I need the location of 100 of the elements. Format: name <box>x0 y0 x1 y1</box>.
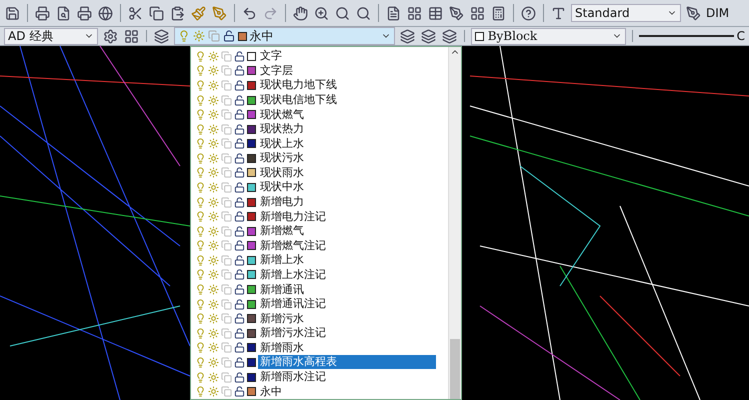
zoom-icon[interactable] <box>313 4 330 22</box>
settings-icon[interactable] <box>102 28 119 44</box>
plot-icon[interactable] <box>76 4 93 22</box>
viewport-icon <box>221 386 232 398</box>
save-icon[interactable] <box>4 4 21 22</box>
layer-list-item[interactable]: 现状电力地下线 <box>191 78 448 93</box>
sun-icon <box>208 240 219 252</box>
viewport-icon <box>221 240 232 252</box>
lightbulb-icon <box>195 152 206 164</box>
unlock-icon <box>234 226 245 237</box>
layer-list-item[interactable]: 新增上水注记 <box>191 268 448 282</box>
workspace-dropdown[interactable]: AD 经典 <box>4 28 98 44</box>
layer-list-item[interactable]: 新增电力 <box>191 194 448 210</box>
unlock-icon <box>234 313 245 324</box>
layer-list-item[interactable]: 文字层 <box>191 64 448 78</box>
unlock-icon <box>234 80 245 91</box>
unlock-icon <box>234 182 245 193</box>
lightbulb-icon <box>195 94 206 106</box>
print-icon[interactable] <box>34 4 51 22</box>
layer-list-item[interactable]: 新增雨水 <box>191 340 448 356</box>
unlock-icon <box>234 284 245 296</box>
layer-list-item[interactable]: 文字 <box>191 49 448 64</box>
sun-icon <box>208 269 219 280</box>
unlock-icon <box>234 65 245 76</box>
lightbulb-icon <box>195 65 206 76</box>
sun-icon <box>208 182 219 193</box>
layer-list-item[interactable]: 永中 <box>191 384 448 399</box>
sun-icon <box>208 50 219 62</box>
layer-list-item[interactable]: 新增通讯 <box>191 282 448 297</box>
help-icon[interactable] <box>520 4 537 22</box>
layer-list-item[interactable]: 现状雨水 <box>191 166 448 180</box>
scrollbar-thumb[interactable] <box>450 339 460 399</box>
text-style-dropdown[interactable]: Standard <box>571 4 681 22</box>
make-current-icon[interactable] <box>398 28 416 44</box>
zoom-previous-icon[interactable] <box>355 4 372 22</box>
viewport-icon <box>221 284 232 296</box>
color-dropdown[interactable]: ByBlock <box>470 28 626 44</box>
lightbulb-icon <box>195 298 206 310</box>
lightbulb-icon <box>195 124 206 135</box>
lightbulb-icon <box>195 254 206 266</box>
viewport-icon <box>221 109 232 120</box>
layer-list-item[interactable]: 现状电信地下线 <box>191 92 448 108</box>
unlock-icon <box>234 94 245 106</box>
calculator-icon[interactable] <box>490 4 507 22</box>
lightbulb-icon <box>195 372 206 382</box>
layer-list-item[interactable]: 现状热力 <box>191 122 448 136</box>
sun-icon <box>208 94 219 106</box>
scrollbar[interactable] <box>448 47 461 399</box>
viewport-icon <box>221 328 232 339</box>
viewport-icon <box>208 30 220 42</box>
layer-list-item[interactable]: 新增雨水注记 <box>191 370 448 384</box>
layer-list-item[interactable]: 新增燃气注记 <box>191 238 448 254</box>
unlock-icon <box>234 109 245 120</box>
lightbulb-icon <box>195 196 206 208</box>
sun-icon <box>208 284 219 296</box>
cut-icon[interactable] <box>127 4 144 22</box>
unlock-icon <box>234 211 245 222</box>
layer-list-item[interactable]: 新增上水 <box>191 253 448 268</box>
color-swatch <box>474 32 484 40</box>
layer-list-item[interactable]: 现状污水 <box>191 151 448 166</box>
unlock-icon <box>234 167 245 178</box>
viewport-icon <box>221 50 232 62</box>
viewport-icon <box>221 182 232 193</box>
viewport-icon <box>221 196 232 208</box>
unlock-icon <box>234 196 245 208</box>
layer-list-item[interactable]: 现状燃气 <box>191 107 448 122</box>
layer-dropdown[interactable]: 永中 <box>174 27 395 45</box>
layer-list-item[interactable]: 新增通讯注记 <box>191 296 448 312</box>
sun-icon <box>208 152 219 164</box>
layer-list-item[interactable]: 新增燃气 <box>191 224 448 239</box>
paste-icon[interactable] <box>169 4 186 22</box>
unlock-icon <box>234 328 245 339</box>
sun-icon <box>208 196 219 208</box>
sun-icon <box>208 372 219 382</box>
unlock-icon <box>234 152 245 164</box>
lightbulb-icon <box>195 226 206 237</box>
layer-list-item[interactable]: 现状上水 <box>191 136 448 152</box>
layer-manager-icon[interactable] <box>152 28 170 44</box>
layer-previous-icon[interactable] <box>420 28 437 44</box>
unlock-icon <box>234 254 245 266</box>
copy-icon[interactable] <box>148 4 165 22</box>
lightbulb-icon <box>195 240 206 252</box>
preview-icon[interactable] <box>55 4 72 22</box>
lightbulb-icon <box>195 211 206 222</box>
unlock-icon <box>234 386 245 398</box>
unlock-icon <box>234 342 245 354</box>
layer-list-item[interactable]: 新增污水 <box>191 311 448 326</box>
viewport-icon <box>221 138 232 150</box>
properties-icon[interactable] <box>385 4 402 22</box>
layer-list-item[interactable]: 新增污水注记 <box>191 326 448 341</box>
layer-list-item[interactable]: 新增电力注记 <box>191 209 448 224</box>
zoom-window-icon[interactable] <box>334 4 351 22</box>
unlock-icon <box>234 269 245 280</box>
unlock-icon <box>234 240 245 252</box>
layer-state-icon[interactable] <box>440 28 458 44</box>
layer-list-item[interactable]: 现状中水 <box>191 180 448 195</box>
pan-icon[interactable] <box>292 4 309 22</box>
lightbulb-icon <box>178 30 190 42</box>
sun-icon <box>208 313 219 324</box>
sun-icon <box>208 211 219 222</box>
